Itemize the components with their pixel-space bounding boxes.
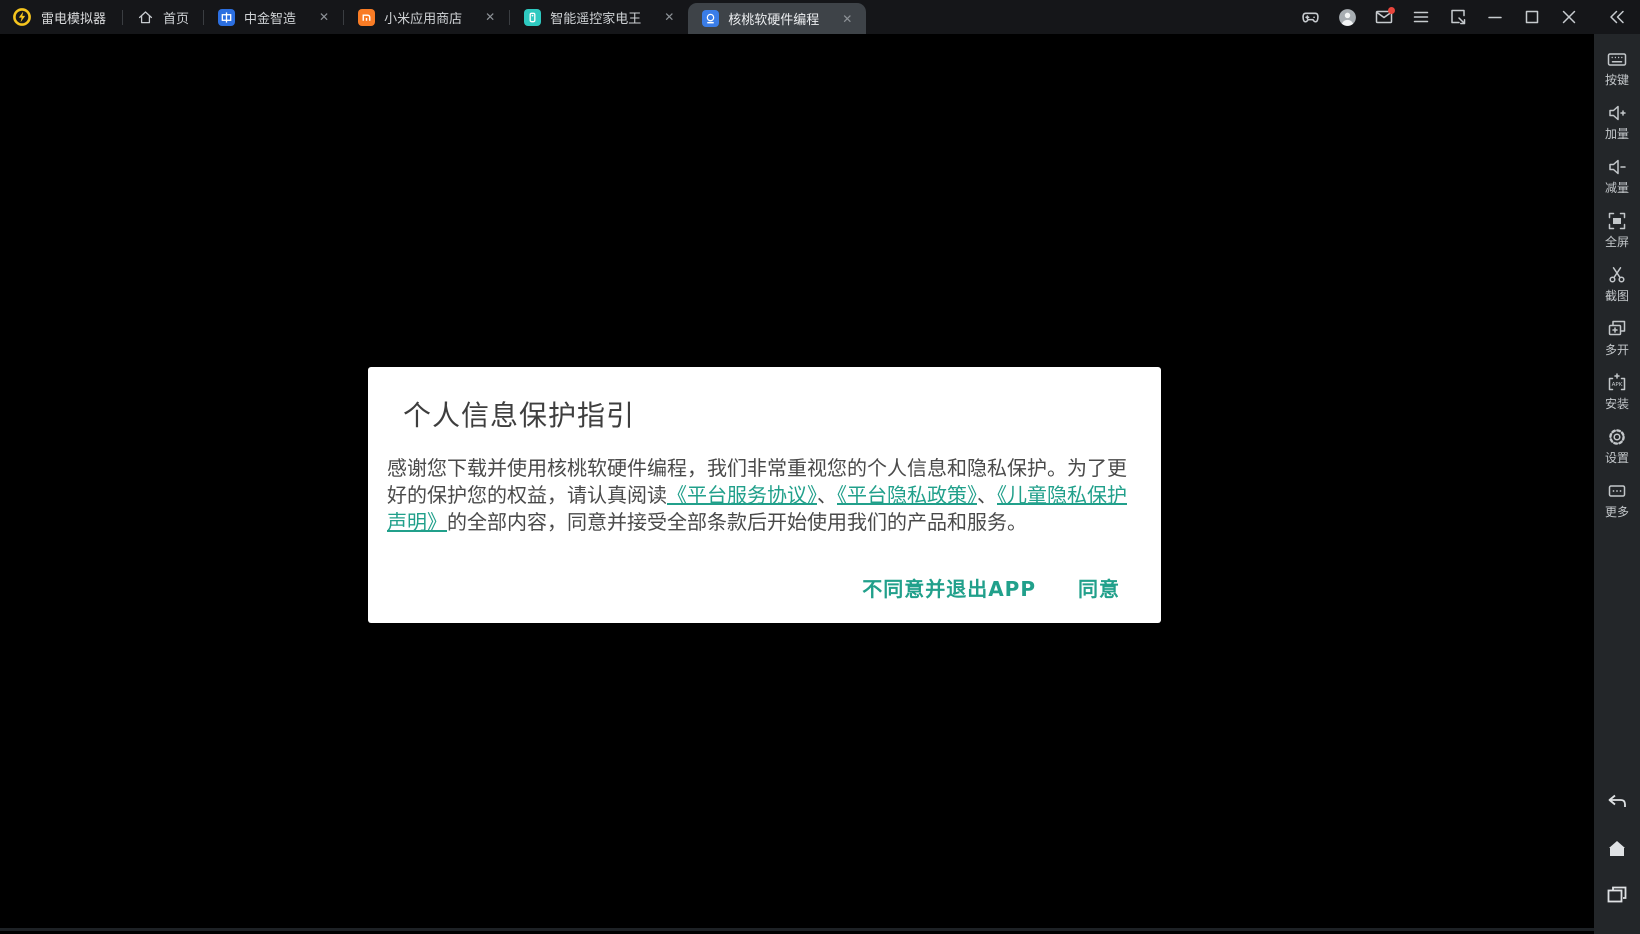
decline-exit-button[interactable]: 不同意并退出APP [862, 573, 1036, 602]
home-icon [137, 9, 154, 26]
zhongjin-app-icon [218, 9, 235, 26]
more-ellipsis-icon [1606, 480, 1628, 502]
volume-down-icon [1606, 156, 1628, 178]
sidebar-item-label: 减量 [1605, 181, 1629, 195]
tab-label: 核桃软硬件编程 [728, 9, 819, 28]
titlebar: 雷电模拟器 首页 中金智造 ✕ [0, 0, 1640, 34]
resize-window-icon[interactable] [1447, 6, 1469, 28]
sidebar-item-label: 截图 [1605, 289, 1629, 303]
body-text: 、 [817, 483, 837, 507]
dialog-body: 感谢您下载并使用核桃软硬件编程，我们非常重视您的个人信息和隐私保护。为了更好的保… [387, 455, 1135, 536]
sidebar-item-volume-down[interactable]: 减量 [1605, 156, 1629, 195]
sidebar-item-label: 加量 [1605, 127, 1629, 141]
sidebar-item-apk-install[interactable]: APK 安装 [1605, 372, 1629, 411]
toolbar-sidebar: 按键 加量 减量 [1594, 34, 1640, 934]
volume-up-icon [1606, 102, 1628, 124]
home-nav-icon[interactable] [1605, 838, 1629, 860]
tab-mi-store[interactable]: 小米应用商店 ✕ [344, 0, 509, 34]
sidebar-item-screenshot[interactable]: 截图 [1605, 264, 1629, 303]
sidebar-item-keymapping[interactable]: 按键 [1605, 48, 1629, 87]
sidebar-item-label: 按键 [1605, 73, 1629, 87]
keyboard-mapping-icon [1606, 48, 1628, 70]
body-text: 的全部内容，同意并接受全部条款后开始使用我们的产品和服务。 [447, 510, 1027, 534]
sidebar-item-label: 全屏 [1605, 235, 1629, 249]
service-agreement-link[interactable]: 《平台服务协议》 [667, 483, 817, 507]
body-text: 、 [977, 483, 997, 507]
tab-label: 小米应用商店 [384, 8, 462, 27]
mail-icon[interactable] [1373, 6, 1395, 28]
android-nav-buttons [1605, 792, 1629, 934]
apk-install-icon: APK [1606, 372, 1628, 394]
sidebar-item-label: 安装 [1605, 397, 1629, 411]
sidebar-item-settings[interactable]: 设置 [1605, 426, 1629, 465]
sidebar-item-label: 多开 [1605, 343, 1629, 357]
agree-button[interactable]: 同意 [1078, 573, 1120, 602]
svg-text:APK: APK [1612, 382, 1623, 388]
screenshot-scissors-icon [1606, 264, 1628, 286]
dialog-actions: 不同意并退出APP 同意 [862, 573, 1120, 602]
emulator-screen: 个人信息保护指引 感谢您下载并使用核桃软硬件编程，我们非常重视您的个人信息和隐私… [0, 34, 1594, 931]
ldplayer-logo-icon [12, 7, 32, 27]
sidebar-item-fullscreen[interactable]: 全屏 [1605, 210, 1629, 249]
recents-icon[interactable] [1605, 884, 1629, 906]
ldplayer-window: 雷电模拟器 首页 中金智造 ✕ [0, 0, 1640, 934]
menu-icon[interactable] [1410, 6, 1432, 28]
settings-gear-icon [1606, 426, 1628, 448]
fullscreen-icon [1606, 210, 1628, 232]
privacy-dialog: 个人信息保护指引 感谢您下载并使用核桃软硬件编程，我们非常重视您的个人信息和隐私… [368, 367, 1161, 623]
minimize-icon[interactable] [1484, 6, 1506, 28]
tab-remote-control[interactable]: 智能遥控家电王 ✕ [510, 0, 688, 34]
sidebar-item-label: 更多 [1605, 505, 1629, 519]
maximize-icon[interactable] [1521, 6, 1543, 28]
multi-instance-icon [1606, 318, 1628, 340]
sidebar-item-label: 设置 [1605, 451, 1629, 465]
collapse-sidebar-icon[interactable] [1594, 7, 1640, 27]
app-brand: 雷电模拟器 [0, 0, 122, 34]
sidebar-item-multi-instance[interactable]: 多开 [1605, 318, 1629, 357]
tab-close-icon[interactable]: ✕ [842, 13, 852, 25]
walnut-coding-app-icon [702, 10, 719, 27]
sidebar-item-more[interactable]: 更多 [1605, 480, 1629, 519]
app-title: 雷电模拟器 [41, 8, 106, 27]
tab-zhongjin[interactable]: 中金智造 ✕ [204, 0, 343, 34]
notification-dot [1388, 7, 1395, 14]
sidebar-item-volume-up[interactable]: 加量 [1605, 102, 1629, 141]
dialog-title: 个人信息保护指引 [403, 394, 635, 434]
tab-label: 智能遥控家电王 [550, 8, 641, 27]
back-icon[interactable] [1605, 792, 1629, 814]
window-controls [1299, 6, 1594, 28]
tab-label: 首页 [163, 8, 189, 27]
mi-store-app-icon [358, 9, 375, 26]
gamepad-icon[interactable] [1299, 6, 1321, 28]
tab-home[interactable]: 首页 [123, 0, 203, 34]
tab-close-icon[interactable]: ✕ [485, 11, 495, 23]
avatar-icon[interactable] [1336, 6, 1358, 28]
tab-label: 中金智造 [244, 8, 296, 27]
remote-control-app-icon [524, 9, 541, 26]
window-bottom-edge [0, 928, 1594, 931]
close-window-icon[interactable] [1558, 6, 1580, 28]
tab-close-icon[interactable]: ✕ [664, 11, 674, 23]
privacy-policy-link[interactable]: 《平台隐私政策》 [837, 483, 977, 507]
tab-close-icon[interactable]: ✕ [319, 11, 329, 23]
tab-walnut-coding[interactable]: 核桃软硬件编程 ✕ [688, 3, 866, 34]
